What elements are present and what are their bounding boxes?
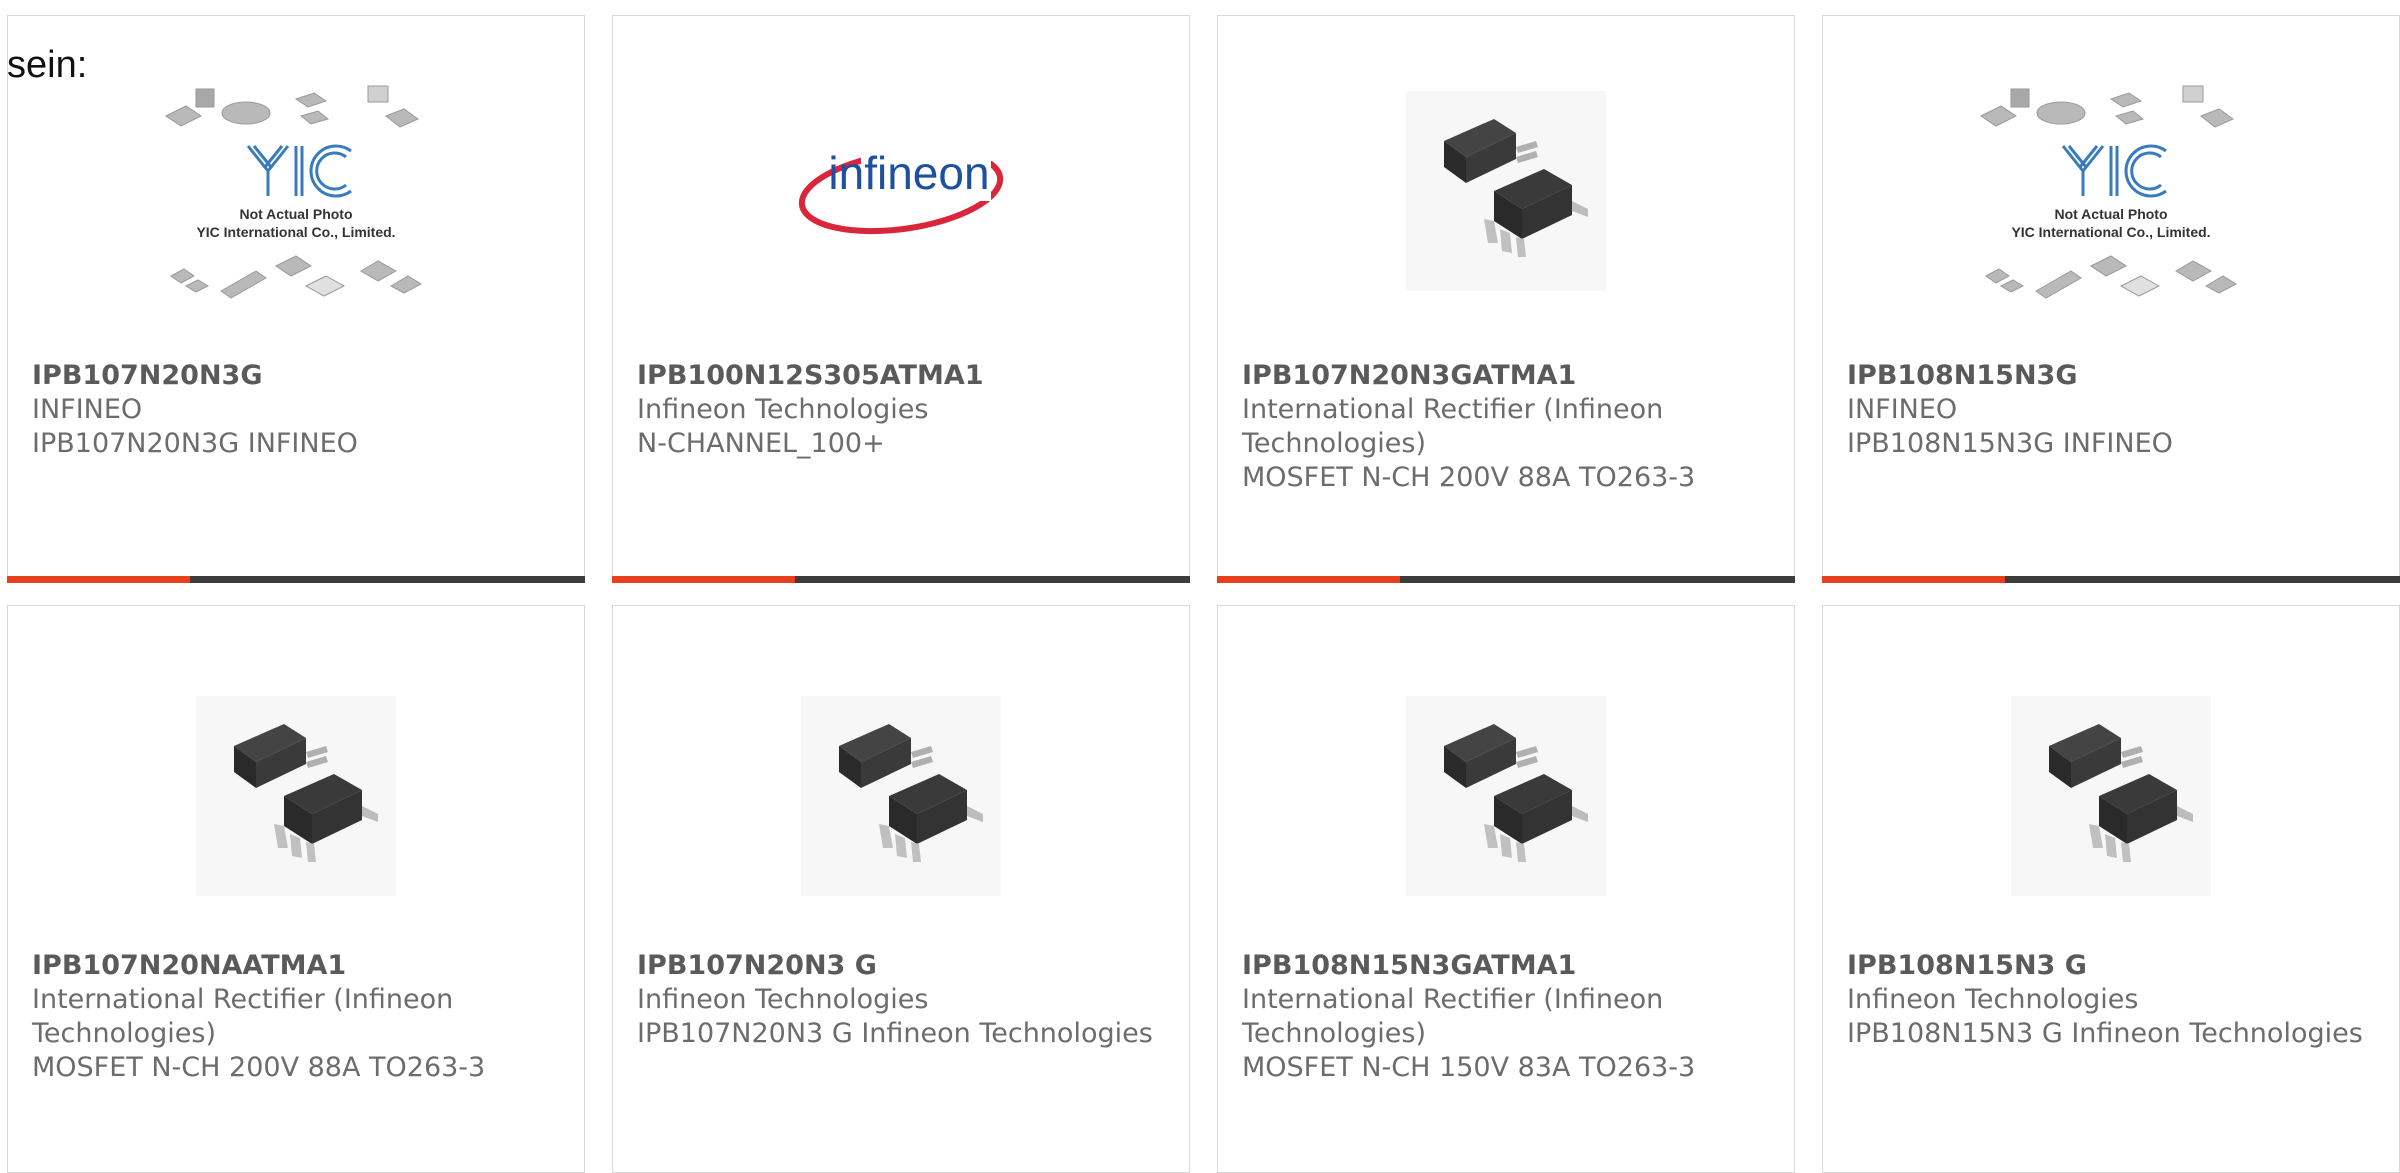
- product-image[interactable]: infineon: [761, 71, 1041, 311]
- card-accent-bar: [1217, 576, 1795, 583]
- product-image[interactable]: Not Actual Photo YIC International Co., …: [1971, 71, 2251, 311]
- description: IPB107N20N3G INFINEO: [32, 428, 358, 459]
- product-card[interactable]: infineon IPB100N12S305ATMA1 Infineon Tec…: [612, 15, 1190, 583]
- part-number[interactable]: IPB107N20N3GATMA1: [1242, 359, 1762, 393]
- intro-text: sein:: [7, 44, 88, 86]
- manufacturer: Infineon Technologies: [1847, 984, 2139, 1015]
- part-number[interactable]: IPB107N20NAATMA1: [32, 949, 552, 983]
- manufacturer: International Rectifier (Infineon Techno…: [1242, 984, 1664, 1049]
- svg-text:YIC International Co., Limited: YIC International Co., Limited.: [196, 224, 395, 240]
- part-number[interactable]: IPB100N12S305ATMA1: [637, 359, 1157, 393]
- product-info: IPB107N20NAATMA1 International Rectifier…: [32, 949, 552, 1085]
- product-card[interactable]: Not Actual Photo YIC International Co., …: [7, 15, 585, 583]
- description: IPB108N15N3 G Infineon Technologies: [1847, 1018, 2363, 1049]
- product-image[interactable]: [1366, 676, 1646, 916]
- product-info: IPB100N12S305ATMA1 Infineon Technologies…: [637, 359, 1157, 461]
- svg-text:Not Actual Photo: Not Actual Photo: [239, 206, 352, 222]
- description: MOSFET N-CH 200V 88A TO263-3: [32, 1052, 486, 1083]
- manufacturer: INFINEO: [1847, 394, 1958, 425]
- yic-placeholder-icon: Not Actual Photo YIC International Co., …: [1980, 85, 2238, 299]
- yic-placeholder-icon: Not Actual Photo YIC International Co., …: [165, 85, 423, 299]
- description: MOSFET N-CH 150V 83A TO263-3: [1242, 1052, 1696, 1083]
- svg-text:YIC International Co., Limited: YIC International Co., Limited.: [2011, 224, 2210, 240]
- product-info: IPB108N15N3GATMA1 International Rectifie…: [1242, 949, 1762, 1085]
- card-accent-bar: [7, 576, 585, 583]
- infineon-logo-icon: infineon: [798, 141, 1004, 235]
- to263-package-icon: [1406, 91, 1606, 291]
- svg-text:Not Actual Photo: Not Actual Photo: [2054, 206, 2167, 222]
- product-image[interactable]: [156, 676, 436, 916]
- card-accent-bar: [612, 576, 1190, 583]
- description: MOSFET N-CH 200V 88A TO263-3: [1242, 462, 1696, 493]
- product-card[interactable]: IPB107N20N3 G Infineon Technologies IPB1…: [612, 605, 1190, 1173]
- to263-package-icon: [196, 696, 396, 896]
- manufacturer: Infineon Technologies: [637, 394, 929, 425]
- svg-text:infineon: infineon: [828, 147, 989, 199]
- product-card[interactable]: IPB108N15N3 G Infineon Technologies IPB1…: [1822, 605, 2400, 1173]
- product-info: IPB107N20N3 G Infineon Technologies IPB1…: [637, 949, 1157, 1051]
- manufacturer: International Rectifier (Infineon Techno…: [32, 984, 454, 1049]
- product-info: IPB108N15N3G INFINEO IPB108N15N3G INFINE…: [1847, 359, 2367, 461]
- product-card[interactable]: IPB107N20N3GATMA1 International Rectifie…: [1217, 15, 1795, 583]
- product-image[interactable]: [761, 676, 1041, 916]
- product-info: IPB108N15N3 G Infineon Technologies IPB1…: [1847, 949, 2367, 1051]
- product-card[interactable]: IPB107N20NAATMA1 International Rectifier…: [7, 605, 585, 1173]
- part-number[interactable]: IPB108N15N3GATMA1: [1242, 949, 1762, 983]
- product-info: IPB107N20N3GATMA1 International Rectifie…: [1242, 359, 1762, 495]
- description: N-CHANNEL_100+: [637, 428, 885, 459]
- to263-package-icon: [2011, 696, 2211, 896]
- part-number[interactable]: IPB108N15N3 G: [1847, 949, 2367, 983]
- part-number[interactable]: IPB108N15N3G: [1847, 359, 2367, 393]
- product-info: IPB107N20N3G INFINEO IPB107N20N3G INFINE…: [32, 359, 552, 461]
- manufacturer: INFINEO: [32, 394, 143, 425]
- part-number[interactable]: IPB107N20N3 G: [637, 949, 1157, 983]
- product-image[interactable]: [1971, 676, 2251, 916]
- product-card[interactable]: Not Actual Photo YIC International Co., …: [1822, 15, 2400, 583]
- manufacturer: Infineon Technologies: [637, 984, 929, 1015]
- to263-package-icon: [801, 696, 1001, 896]
- product-card[interactable]: IPB108N15N3GATMA1 International Rectifie…: [1217, 605, 1795, 1173]
- product-image[interactable]: [1366, 71, 1646, 311]
- part-number[interactable]: IPB107N20N3G: [32, 359, 552, 393]
- manufacturer: International Rectifier (Infineon Techno…: [1242, 394, 1664, 459]
- card-accent-bar: [1822, 576, 2400, 583]
- description: IPB107N20N3 G Infineon Technologies: [637, 1018, 1153, 1049]
- product-image[interactable]: Not Actual Photo YIC International Co., …: [156, 71, 436, 311]
- description: IPB108N15N3G INFINEO: [1847, 428, 2173, 459]
- to263-package-icon: [1406, 696, 1606, 896]
